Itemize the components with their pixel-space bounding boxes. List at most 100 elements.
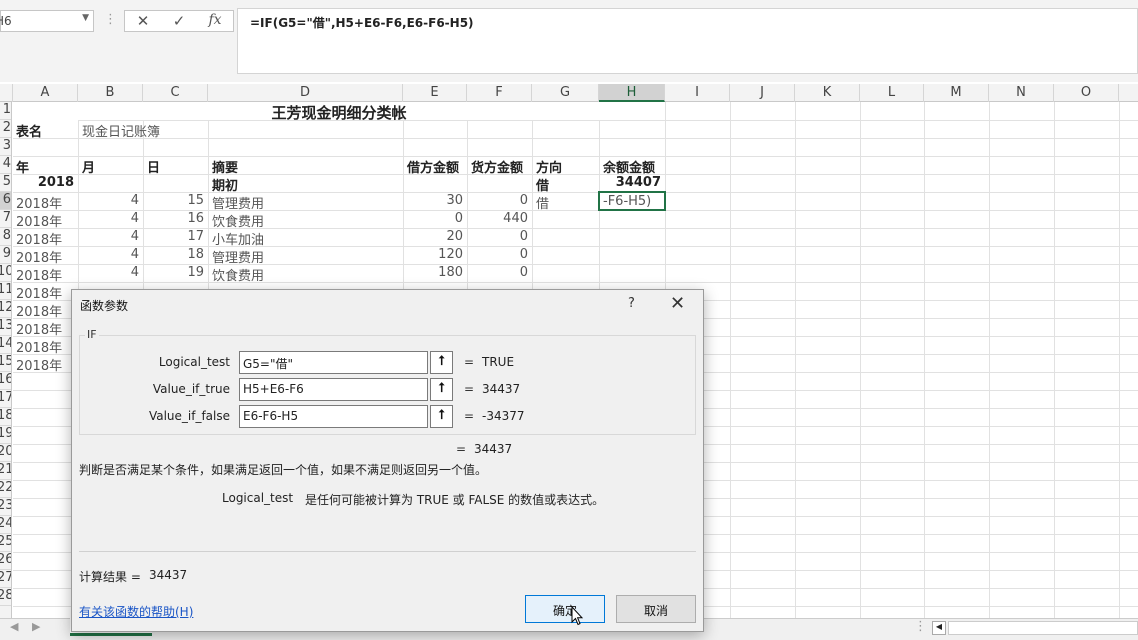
row-header[interactable]: 7 <box>0 210 11 228</box>
table-cell[interactable]: 15 <box>144 192 208 210</box>
enter-formula-icon[interactable]: ✓ <box>169 12 189 30</box>
column-header-o[interactable]: O <box>1054 84 1119 102</box>
header-balance[interactable]: 余额金额 <box>600 156 665 174</box>
table-cell[interactable]: 4 <box>79 246 143 264</box>
row-header[interactable]: 19 <box>0 426 11 444</box>
table-cell[interactable]: 饮食费用 <box>209 264 403 282</box>
table-cell[interactable]: 16 <box>144 210 208 228</box>
table-cell[interactable]: 4 <box>79 228 143 246</box>
row-header[interactable]: 25 <box>0 534 11 552</box>
table-cell[interactable]: 2018年 <box>13 300 71 318</box>
row-header[interactable]: 22 <box>0 480 11 498</box>
column-header-i[interactable]: I <box>665 84 730 102</box>
table-cell[interactable]: 4 <box>79 210 143 228</box>
row-header[interactable]: 13 <box>0 318 11 336</box>
split-handle-icon[interactable]: ⋮ <box>914 619 927 634</box>
table-cell[interactable]: 小车加油 <box>209 228 403 246</box>
row-header[interactable]: 5 <box>0 174 11 192</box>
row-header[interactable]: 2 <box>0 120 11 138</box>
cancel-button[interactable]: 取消 <box>616 595 696 623</box>
table-cell[interactable]: 120 <box>404 246 467 264</box>
table-cell[interactable]: 17 <box>144 228 208 246</box>
row-header[interactable]: 26 <box>0 552 11 570</box>
arrow-up-collapse-icon[interactable]: ⭡ <box>430 351 453 374</box>
header-month[interactable]: 月 <box>79 156 143 174</box>
column-header-c[interactable]: C <box>143 84 208 102</box>
function-help-link[interactable]: 有关该函数的帮助(H) <box>79 603 193 620</box>
row-header[interactable]: 11 <box>0 282 11 300</box>
help-icon[interactable]: ? <box>628 296 635 311</box>
arrow-up-collapse-icon[interactable]: ⭡ <box>430 378 453 401</box>
table-cell[interactable]: 管理费用 <box>209 246 403 264</box>
scroll-left-icon[interactable]: ◀ <box>932 621 946 635</box>
table-cell[interactable]: 19 <box>144 264 208 282</box>
cell-a5[interactable]: 2018 <box>13 174 78 192</box>
formula-input[interactable]: =IF(G5="借",H5+E6-F6,E6-F6-H5) <box>237 8 1138 74</box>
table-cell[interactable]: 180 <box>404 264 467 282</box>
header-direction[interactable]: 方向 <box>533 156 599 174</box>
row-header[interactable]: 3 <box>0 138 11 156</box>
row-header[interactable]: 10 <box>0 264 11 282</box>
table-cell[interactable]: 440 <box>468 210 532 228</box>
row-header[interactable]: 4 <box>0 156 11 174</box>
table-cell[interactable]: 饮食费用 <box>209 210 403 228</box>
table-cell[interactable]: 2018年 <box>13 192 78 210</box>
cell-a2[interactable]: 表名 <box>13 120 78 138</box>
resize-handle-icon[interactable]: ⋮ <box>104 12 117 27</box>
row-header[interactable]: 23 <box>0 498 11 516</box>
row-header[interactable]: 27 <box>0 570 11 588</box>
column-header-h[interactable]: H <box>599 84 665 102</box>
sheet-title[interactable]: 王芳现金明细分类帐 <box>13 102 665 120</box>
value-if-true-input[interactable]: H5+E6-F6 <box>239 378 428 401</box>
table-cell[interactable]: 2018年 <box>13 354 71 372</box>
row-header[interactable]: 28 <box>0 588 11 606</box>
column-header-m[interactable]: M <box>924 84 989 102</box>
logical-test-input[interactable]: G5="借" <box>239 351 428 374</box>
cell-b2[interactable]: 现金日记账簿 <box>79 120 279 138</box>
table-cell[interactable]: 2018年 <box>13 318 71 336</box>
table-cell[interactable]: 2018年 <box>13 264 78 282</box>
next-sheet-icon[interactable]: ▶ <box>32 620 40 633</box>
header-year[interactable]: 年 <box>13 156 78 174</box>
row-header[interactable]: 14 <box>0 336 11 354</box>
table-cell[interactable]: 4 <box>79 264 143 282</box>
table-cell[interactable]: 18 <box>144 246 208 264</box>
row-header[interactable]: 20 <box>0 444 11 462</box>
name-box[interactable]: H6 ▼ <box>0 10 94 32</box>
row-header[interactable]: 24 <box>0 516 11 534</box>
table-cell[interactable]: 30 <box>404 192 467 210</box>
table-cell[interactable]: 0 <box>468 264 532 282</box>
column-header-n[interactable]: N <box>989 84 1054 102</box>
select-all-corner[interactable] <box>0 84 13 102</box>
chevron-down-icon[interactable]: ▼ <box>82 13 89 23</box>
prev-sheet-icon[interactable]: ◀ <box>10 620 18 633</box>
column-header-a[interactable]: A <box>13 84 78 102</box>
column-header-d[interactable]: D <box>208 84 403 102</box>
table-cell[interactable]: 2018年 <box>13 210 78 228</box>
row-header[interactable]: 1 <box>0 102 11 120</box>
row-header[interactable]: 8 <box>0 228 11 246</box>
table-cell[interactable]: 4 <box>79 192 143 210</box>
header-debit[interactable]: 借方金额 <box>404 156 467 174</box>
value-if-false-input[interactable]: E6-F6-H5 <box>239 405 428 428</box>
cell-d5[interactable]: 期初 <box>209 174 403 192</box>
table-cell[interactable]: 0 <box>468 228 532 246</box>
table-cell[interactable]: 2018年 <box>13 336 71 354</box>
header-day[interactable]: 日 <box>144 156 208 174</box>
column-header-j[interactable]: J <box>730 84 795 102</box>
row-header[interactable]: 18 <box>0 408 11 426</box>
column-header-g[interactable]: G <box>532 84 599 102</box>
column-header-k[interactable]: K <box>795 84 860 102</box>
table-cell[interactable]: 借 <box>533 192 599 210</box>
header-credit[interactable]: 货方金额 <box>468 156 532 174</box>
table-cell[interactable]: 2018年 <box>13 246 78 264</box>
column-header-e[interactable]: E <box>403 84 467 102</box>
table-cell[interactable]: 2018年 <box>13 282 71 300</box>
table-cell[interactable]: 0 <box>404 210 467 228</box>
horizontal-scrollbar[interactable] <box>948 621 1138 635</box>
row-header[interactable]: 6 <box>0 192 11 210</box>
column-header-f[interactable]: F <box>467 84 532 102</box>
row-header[interactable]: 15 <box>0 354 11 372</box>
column-header-b[interactable]: B <box>78 84 143 102</box>
cell-h5[interactable]: 34407 <box>600 174 665 192</box>
